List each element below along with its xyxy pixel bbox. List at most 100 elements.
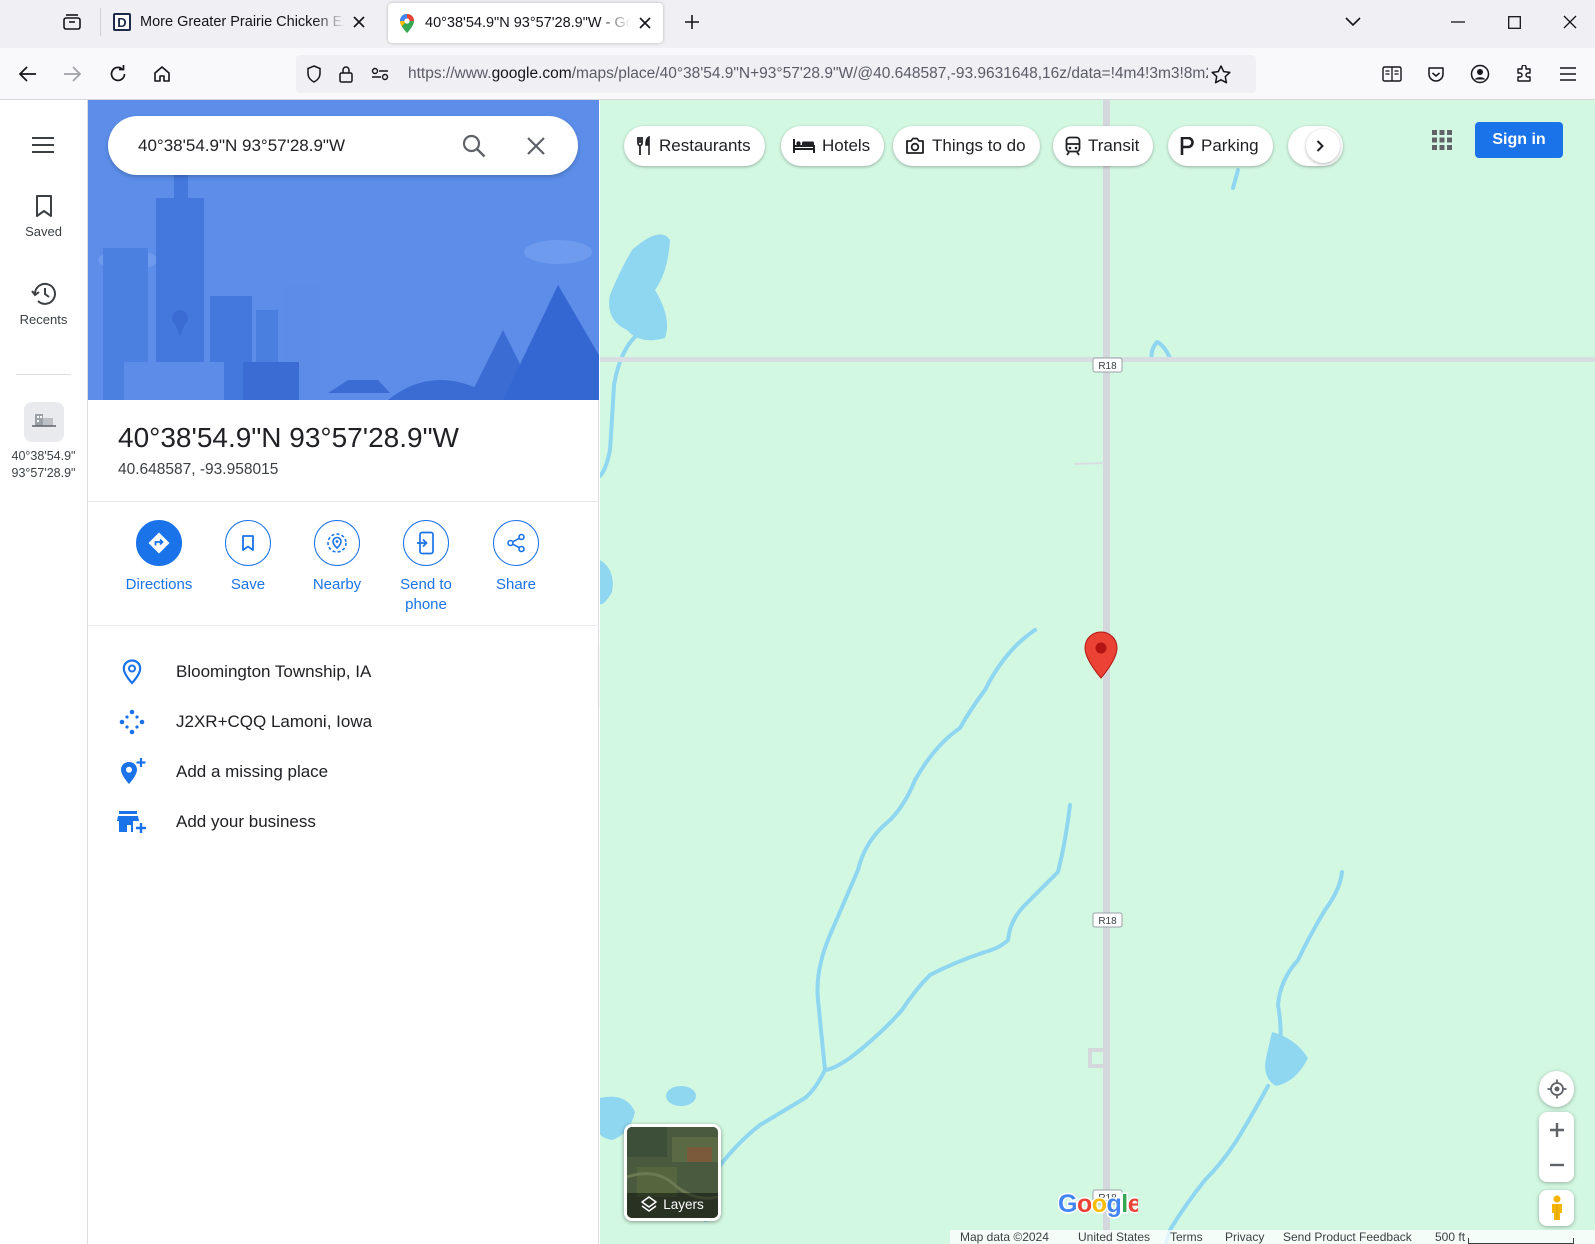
address-bar[interactable]: https://www.google.com/maps/place/40°38'… [296,55,1256,93]
chip-restaurants-label: Restaurants [659,136,751,155]
browser-tab-bar: D More Greater Prairie Chicken Ex 40°38'… [0,0,1595,48]
close-tab-icon[interactable] [351,14,367,30]
chip-parking[interactable]: Parking [1168,126,1273,166]
route-shield: R18 [1092,357,1123,373]
send-to-phone-icon [403,520,449,566]
save-label: Save [230,576,266,593]
nearby-label: Nearby [312,576,362,593]
tab-prairie-chicken[interactable]: D More Greater Prairie Chicken Ex [103,0,377,44]
close-tab-icon[interactable] [637,15,653,31]
bookmark-icon [35,195,52,217]
country-link[interactable]: United States [1078,1230,1150,1244]
search-box [108,116,578,175]
chip-transit[interactable]: Transit [1053,126,1154,166]
send-to-phone-button[interactable]: Send to phone [381,520,471,615]
bookmark-icon [225,520,271,566]
share-icon [493,520,539,566]
maximize-window-icon[interactable] [1502,10,1526,34]
tab-title: 40°38'54.9"N 93°57'28.9"W - Google Maps [425,15,631,31]
chip-parking-label: Parking [1201,136,1259,155]
map-canvas[interactable]: R18 R18 R18 [600,100,1595,1244]
pond [609,234,670,341]
my-location-button[interactable] [1539,1071,1574,1107]
send-feedback-link[interactable]: Send Product Feedback [1283,1230,1412,1244]
address-text: Bloomington Township, IA [176,662,372,681]
url-text[interactable]: https://www.google.com/maps/place/40°38'… [408,55,1208,93]
privacy-link[interactable]: Privacy [1225,1230,1264,1244]
rail-saved[interactable]: Saved [0,194,87,239]
maps-favicon-icon [398,13,416,33]
back-arrow-icon[interactable] [14,60,42,88]
place-coordinates: 40.648587, -93.958015 [118,461,279,478]
rail-recents[interactable]: Recents [0,282,87,327]
chip-things-to-do[interactable]: Things to do [893,126,1040,166]
chip-hotels[interactable]: Hotels [781,126,885,166]
layers-toggle[interactable]: Layers [624,1124,721,1221]
share-button[interactable]: Share [471,520,561,595]
list-tabs-chevron-down-icon[interactable] [1340,10,1366,34]
search-icon[interactable] [456,128,492,164]
plus-code-row[interactable]: J2XR+CQQ Lamoni, Iowa [88,698,599,746]
site-permissions-icon[interactable] [368,62,392,86]
pocket-icon[interactable] [1422,60,1450,88]
extensions-icon[interactable] [1510,60,1538,88]
url-path: /maps/place/40°38'54.9"N+93°57'28.9"W/@4… [571,65,1208,82]
url-prefix: https://www. [408,65,492,82]
home-icon[interactable] [148,60,176,88]
save-button[interactable]: Save [203,520,293,595]
url-domain: google.com [491,65,572,82]
bookmark-star-icon[interactable] [1208,61,1234,87]
hamburger-menu-icon[interactable] [26,130,60,160]
search-input[interactable] [138,116,458,175]
address-row[interactable]: Bloomington Township, IA [88,648,599,696]
nearby-icon [314,520,360,566]
chip-restaurants[interactable]: Restaurants [624,126,765,166]
recent-place-line2: 93°57'28.9" [11,466,76,480]
send-to-label-line1: Send to [400,576,452,593]
fork-knife-icon [637,136,650,155]
scale-label[interactable]: 500 ft [1435,1230,1465,1244]
route-shield-label: R18 [1098,361,1117,372]
lock-icon[interactable] [334,62,358,86]
chip-more-scroll[interactable] [1288,126,1343,166]
tab-google-maps[interactable]: 40°38'54.9"N 93°57'28.9"W - Google Maps [388,3,663,43]
google-apps-grid-icon[interactable] [1424,122,1460,158]
terms-link[interactable]: Terms [1170,1230,1203,1244]
minimize-window-icon[interactable] [1446,10,1470,34]
reader-view-icon[interactable] [1378,60,1406,88]
nearby-button[interactable]: Nearby [292,520,382,595]
clear-search-close-icon[interactable] [518,128,554,164]
zoom-in-plus-icon[interactable] [1539,1112,1574,1147]
recent-place-line1: 40°38'54.9" [11,449,76,463]
add-missing-place-row[interactable]: Add a missing place [88,748,599,796]
streams [600,168,1344,1244]
zoom-controls [1539,1112,1574,1182]
tab-overview-icon[interactable] [58,10,86,34]
train-icon [1065,136,1081,156]
add-missing-place-text: Add a missing place [176,762,329,781]
add-business-row[interactable]: Add your business [88,798,599,846]
parking-icon [1180,137,1194,155]
chevron-right-icon[interactable] [1306,129,1340,163]
add-business-text: Add your business [176,812,316,831]
forward-arrow-icon[interactable] [58,60,86,88]
close-window-icon[interactable] [1558,10,1582,34]
plus-code-text: J2XR+CQQ Lamoni, Iowa [176,712,373,731]
zoom-out-minus-icon[interactable] [1539,1147,1574,1182]
directions-button[interactable]: Directions [114,520,204,595]
recent-place-thumbnail [23,402,64,442]
street-view-pegman-button[interactable] [1539,1190,1574,1226]
location-pin-icon [88,659,176,685]
new-tab-icon[interactable] [680,10,704,34]
svg-text:Google: Google [1058,1190,1138,1218]
road-loop [1088,1048,1105,1068]
chip-hotels-label: Hotels [822,136,871,155]
history-icon [30,282,56,305]
app-menu-icon[interactable] [1554,60,1582,88]
account-icon[interactable] [1466,60,1494,88]
reload-icon[interactable] [104,60,132,88]
sign-in-button[interactable]: Sign in [1475,122,1563,158]
layers-stack-icon [641,1196,657,1212]
tracking-shield-icon[interactable] [302,62,326,86]
rail-recent-place[interactable]: 40°38'54.9" 93°57'28.9" [0,402,87,482]
